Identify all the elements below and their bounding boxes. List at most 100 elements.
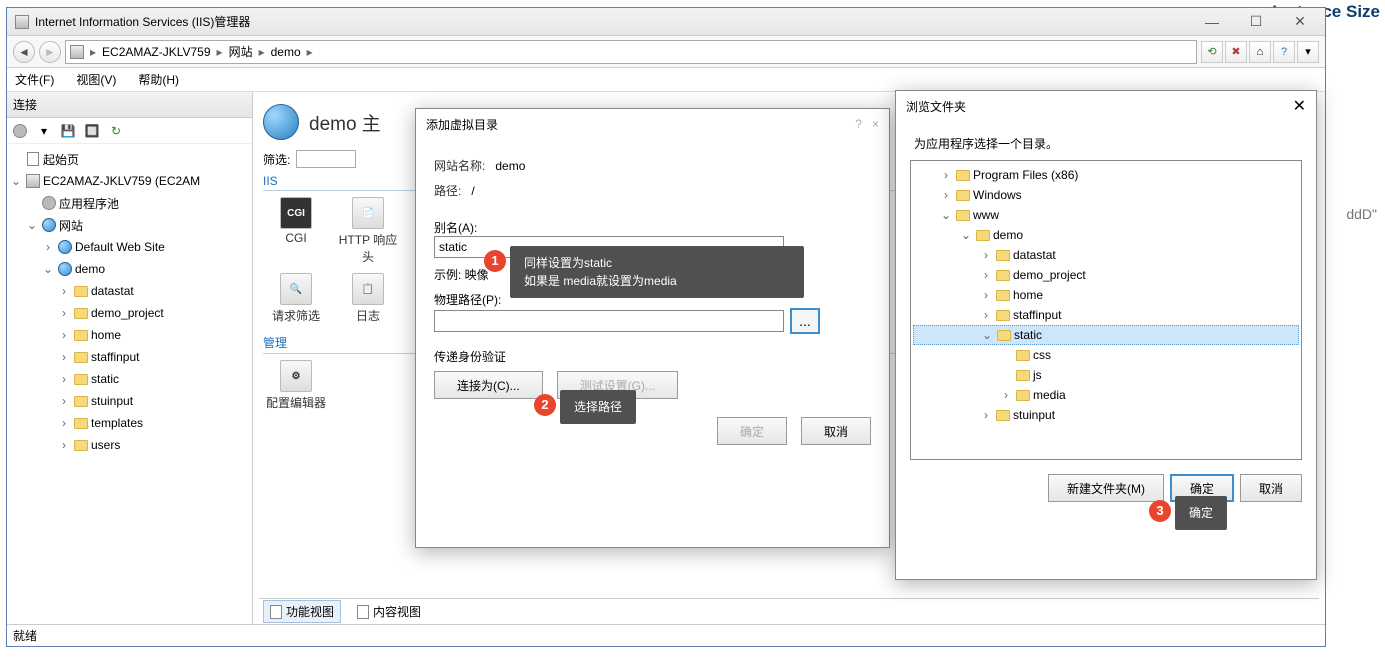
tree-child[interactable]: stuinput [91, 394, 133, 408]
tree-sites[interactable]: 网站 [59, 217, 83, 234]
folder-child[interactable]: datastat [1013, 248, 1056, 262]
status-text: 就绪 [13, 627, 37, 644]
folder-child[interactable]: home [1013, 288, 1043, 302]
example-label: 示例: 映像 [434, 268, 489, 282]
breadcrumb-sites[interactable]: 网站 [229, 43, 253, 60]
bg-ddd: ddD" [1346, 206, 1377, 222]
tab-content-view[interactable]: 内容视图 [351, 601, 427, 622]
physical-path-input[interactable] [434, 310, 784, 332]
tree-child[interactable]: users [91, 438, 120, 452]
folder-demo[interactable]: demo [993, 228, 1023, 242]
tool-help[interactable]: ? [1273, 41, 1295, 63]
add-virtual-directory-dialog: 添加虚拟目录 ? × 网站名称:demo 路径:/ 别名(A): 示例: 映像 … [415, 108, 890, 548]
tree-server[interactable]: EC2AMAZ-JKLV759 (EC2AM [43, 174, 200, 188]
minimize-button[interactable]: — [1191, 11, 1233, 33]
folder-static-child[interactable]: js [1033, 368, 1042, 382]
nav-forward-button[interactable]: ► [39, 41, 61, 63]
menu-help[interactable]: 帮助(H) [134, 69, 183, 90]
connect-as-button[interactable]: 连接为(C)... [434, 371, 543, 399]
browse-button[interactable]: ... [790, 308, 820, 334]
filter-label: 筛选: [263, 151, 290, 168]
tool-dropdown[interactable]: ▾ [1297, 41, 1319, 63]
breadcrumb-server[interactable]: EC2AMAZ-JKLV759 [102, 45, 211, 59]
dlg2-instruction: 为应用程序选择一个目录。 [896, 121, 1316, 160]
dlg2-close-icon[interactable]: ✕ [1293, 96, 1306, 116]
annotation-1: 1 同样设置为static 如果是 media就设置为media [510, 246, 804, 298]
titlebar: Internet Information Services (IIS)管理器 —… [7, 8, 1325, 36]
folder-www[interactable]: www [973, 208, 999, 222]
folder-static[interactable]: static [1014, 328, 1042, 342]
alias-label: 别名(A): [434, 221, 477, 235]
tree-child[interactable]: home [91, 328, 121, 342]
feature-config-editor[interactable]: ⚙配置编辑器 [263, 360, 329, 411]
folder-child[interactable]: demo_project [1013, 268, 1086, 282]
tree-child[interactable]: datastat [91, 284, 134, 298]
site-name-value: demo [495, 159, 525, 173]
browse-folder-dialog: 浏览文件夹 ✕ 为应用程序选择一个目录。 ›Program Files (x86… [895, 90, 1317, 580]
filter-input[interactable] [296, 150, 356, 168]
tool-home[interactable]: ⌂ [1249, 41, 1271, 63]
tool-stop[interactable]: ✖ [1225, 41, 1247, 63]
path-value: / [471, 184, 474, 198]
physical-path-label: 物理路径(P): [434, 293, 501, 307]
dlg1-cancel-button[interactable]: 取消 [801, 417, 871, 445]
folder-static-child[interactable]: css [1033, 348, 1051, 362]
tab-feature-view[interactable]: 功能视图 [263, 600, 341, 623]
tree-app-pools[interactable]: 应用程序池 [59, 195, 119, 212]
breadcrumb-bar: ◄ ► ▸ EC2AMAZ-JKLV759 ▸ 网站 ▸ demo ▸ ⟲ ✖ … [7, 36, 1325, 68]
folder-child[interactable]: staffinput [1013, 308, 1061, 322]
tree-child[interactable]: templates [91, 416, 143, 430]
tree-child[interactable]: static [91, 372, 119, 386]
close-button[interactable]: ✕ [1279, 11, 1321, 33]
dlg1-close-icon[interactable]: × [872, 117, 879, 131]
dlg2-title: 浏览文件夹 [906, 98, 1293, 115]
refresh-icon[interactable]: ↻ [107, 122, 125, 140]
statusbar: 就绪 [7, 624, 1325, 646]
nav-back-button[interactable]: ◄ [13, 41, 35, 63]
dlg2-cancel-button[interactable]: 取消 [1240, 474, 1302, 502]
site-icon [263, 104, 299, 140]
breadcrumb[interactable]: ▸ EC2AMAZ-JKLV759 ▸ 网站 ▸ demo ▸ [65, 40, 1197, 64]
folder-static-child[interactable]: media [1033, 388, 1066, 402]
dlg1-ok-button: 确定 [717, 417, 787, 445]
page-title: demo 主 [309, 109, 381, 136]
feature-http-headers[interactable]: 📄HTTP 响应头 [335, 197, 401, 265]
feature-request-filter[interactable]: 🔍请求筛选 [263, 273, 329, 324]
dlg1-help-icon[interactable]: ? [855, 117, 862, 131]
dlg1-title: 添加虚拟目录 [426, 116, 855, 133]
path-label: 路径: [434, 182, 461, 199]
annotation-3: 3 确定 [1175, 496, 1227, 530]
connect-icon[interactable] [11, 122, 29, 140]
save-icon[interactable]: 💾 [59, 122, 77, 140]
menubar: 文件(F) 视图(V) 帮助(H) [7, 68, 1325, 92]
menu-view[interactable]: 视图(V) [72, 69, 120, 90]
site-name-label: 网站名称: [434, 157, 485, 174]
new-folder-button[interactable]: 新建文件夹(M) [1048, 474, 1164, 502]
window-title: Internet Information Services (IIS)管理器 [35, 13, 1189, 30]
badge-3: 3 [1149, 500, 1171, 522]
folder-tree[interactable]: ›Program Files (x86) ›Windows ⌄www ⌄demo… [910, 160, 1302, 460]
connections-panel: 连接 ▾ 💾 🔲 ↻ 起始页 ⌄EC2AMAZ-JKLV759 (EC2AM 应… [7, 92, 253, 624]
tree-child[interactable]: demo_project [91, 306, 164, 320]
tree-child[interactable]: staffinput [91, 350, 139, 364]
badge-2: 2 [534, 394, 556, 416]
home-icon[interactable]: 🔲 [83, 122, 101, 140]
folder-stuinput[interactable]: stuinput [1013, 408, 1055, 422]
feature-logging[interactable]: 📋日志 [335, 273, 401, 324]
maximize-button[interactable]: ☐ [1235, 11, 1277, 33]
tree-start-page[interactable]: 起始页 [43, 151, 79, 168]
auth-label: 传递身份验证 [434, 350, 506, 364]
connections-toolbar: ▾ 💾 🔲 ↻ [7, 118, 252, 144]
folder-windows[interactable]: Windows [973, 188, 1022, 202]
app-icon [15, 15, 29, 29]
feature-cgi[interactable]: CGICGI [263, 197, 329, 265]
folder-pf[interactable]: Program Files (x86) [973, 168, 1078, 182]
breadcrumb-demo[interactable]: demo [271, 45, 301, 59]
tree-demo[interactable]: demo [75, 262, 105, 276]
tool-refresh[interactable]: ⟲ [1201, 41, 1223, 63]
badge-1: 1 [484, 250, 506, 272]
annotation-2: 2 选择路径 [560, 390, 636, 424]
connections-header: 连接 [7, 92, 252, 118]
tree-default-site[interactable]: Default Web Site [75, 240, 165, 254]
menu-file[interactable]: 文件(F) [11, 69, 58, 90]
